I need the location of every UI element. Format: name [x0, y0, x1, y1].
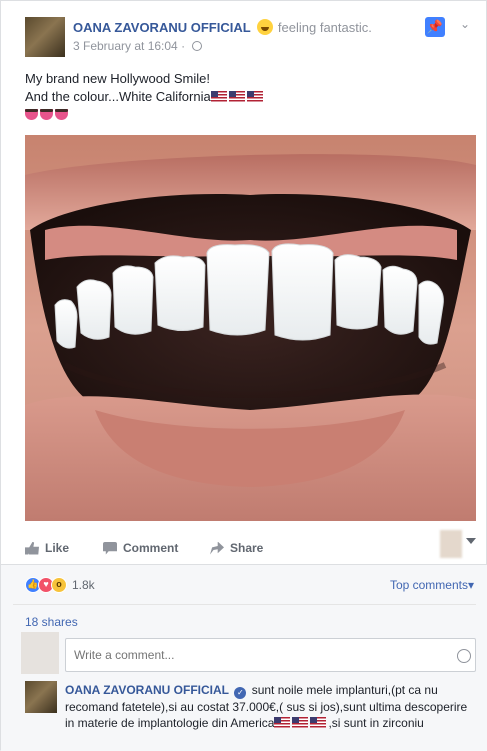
action-bar: Like Comment Share	[25, 530, 476, 562]
smiley-icon[interactable]	[457, 649, 471, 663]
tongue-emoji-icon	[25, 109, 38, 120]
us-flag-icon	[292, 717, 309, 728]
pin-icon[interactable]: 📌	[425, 17, 445, 37]
wow-reaction-icon: o	[51, 577, 67, 593]
us-flag-icon	[310, 717, 327, 728]
comment-icon	[103, 541, 117, 555]
shares-count[interactable]: 18 shares	[25, 615, 78, 629]
post-line-2-text: And the colour...White California	[25, 89, 211, 104]
top-comments-dropdown[interactable]: Top comments▾	[390, 578, 474, 592]
comment-button[interactable]: Comment	[103, 541, 178, 555]
us-flag-icon	[228, 91, 245, 102]
share-button[interactable]: Share	[210, 541, 263, 555]
post-text: My brand new Hollywood Smile! And the co…	[25, 70, 265, 124]
author-line: OANA ZAVORANU OFFICIAL feeling fantastic…	[73, 19, 372, 35]
tongue-emoji-icon	[55, 109, 68, 120]
post-header: OANA ZAVORANU OFFICIAL feeling fantastic…	[25, 17, 474, 57]
author-avatar[interactable]	[25, 17, 65, 57]
post-meta: 3 February at 16:04 ·	[73, 39, 203, 53]
comment-body: OANA ZAVORANU OFFICIAL ✓ sunt noile mele…	[65, 682, 475, 731]
smile-illustration	[25, 135, 476, 521]
top-comments-label: Top comments	[389, 578, 468, 592]
share-label: Share	[230, 541, 264, 555]
like-label: Like	[45, 541, 70, 555]
feeling-text: feeling fantastic.	[277, 20, 372, 35]
globe-icon[interactable]	[192, 41, 203, 51]
like-icon	[25, 541, 39, 555]
post-photo[interactable]	[25, 135, 476, 521]
us-flag-icon	[246, 91, 263, 102]
post-card: OANA ZAVORANU OFFICIAL feeling fantastic…	[0, 0, 487, 751]
share-icon	[210, 541, 224, 555]
us-flag-icon	[210, 91, 227, 102]
tongue-emoji-icon	[40, 109, 53, 120]
post-line-2: And the colour...White California	[25, 88, 265, 106]
like-button[interactable]: Like	[25, 541, 69, 555]
divider	[13, 604, 476, 605]
feeling-emoji-icon	[257, 19, 274, 35]
feedback-section: 👍 ♥ o 1.8k Top comments▾ 18 shares OANA …	[1, 564, 487, 751]
chevron-down-icon[interactable]	[466, 538, 476, 544]
chevron-down-icon: ▾	[467, 578, 474, 592]
comment-text-end: ,si sunt in zirconiu	[328, 716, 424, 730]
chevron-down-icon[interactable]: ⌄	[460, 17, 470, 31]
comment-author-avatar[interactable]	[25, 681, 57, 713]
comment-input[interactable]	[65, 638, 476, 672]
us-flag-icon	[274, 717, 291, 728]
post-line-1: My brand new Hollywood Smile!	[25, 71, 210, 86]
comment-label: Comment	[123, 541, 179, 555]
meta-separator: ·	[181, 39, 186, 53]
verified-icon: ✓	[234, 687, 247, 699]
post-line-3	[25, 106, 265, 124]
viewer-avatar	[21, 632, 59, 674]
comment-author[interactable]: OANA ZAVORANU OFFICIAL	[65, 683, 229, 697]
reactions-summary[interactable]: 👍 ♥ o 1.8k	[25, 577, 95, 593]
reaction-count[interactable]: 1.8k	[72, 578, 95, 592]
author-name[interactable]: OANA ZAVORANU OFFICIAL	[73, 20, 251, 35]
timestamp[interactable]: 3 February at 16:04	[73, 39, 178, 53]
viewer-avatar[interactable]	[440, 530, 462, 558]
